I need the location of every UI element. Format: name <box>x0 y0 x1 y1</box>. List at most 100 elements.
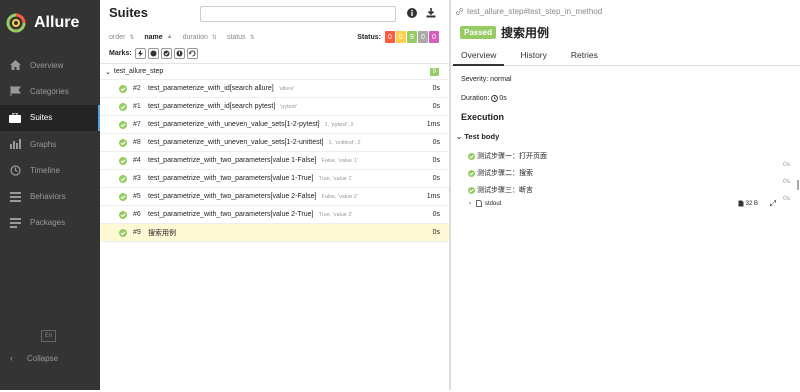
attachment-row[interactable]: › stdout 32 B ⤢ <box>469 199 789 209</box>
test-row[interactable]: #4 test_parametrize_with_two_parameters[v… <box>100 152 449 170</box>
test-name: test_parameterize_with_id[search pytest] <box>148 103 276 110</box>
test-number: #7 <box>133 121 141 128</box>
sort-label: status <box>226 33 246 41</box>
severity: Severity: normal <box>461 76 512 83</box>
step-duration: 0s <box>783 161 790 168</box>
nav-item-behaviors[interactable]: Behaviors <box>0 183 100 209</box>
test-row[interactable]: #3 test_parametrize_with_two_parameters[v… <box>100 170 449 188</box>
test-detail-pane: test_allure_step#test_step_in_method Pas… <box>451 0 800 390</box>
test-row[interactable]: #7 test_parameterize_with_uneven_value_se… <box>100 116 449 134</box>
nav-menu: Overview Categories Suites Graphs Timeli… <box>0 52 100 236</box>
test-row[interactable]: #1 test_parameterize_with_id[search pytes… <box>100 98 449 116</box>
suite-group-name: test_allure_step <box>113 68 164 75</box>
test-number: #8 <box>133 139 141 146</box>
tab-retries[interactable]: Retries <box>571 44 598 65</box>
search-input[interactable] <box>200 6 396 22</box>
test-duration: 0s <box>432 103 440 110</box>
brand[interactable]: Allure <box>0 0 100 46</box>
passed-check-icon <box>119 138 127 147</box>
test-duration: 0s <box>432 157 440 164</box>
nav-item-packages[interactable]: Packages <box>0 210 100 236</box>
status-badge: Passed <box>460 26 497 39</box>
flaky-mark-toggle[interactable] <box>134 47 146 59</box>
test-row[interactable]: #5 test_parametrize_with_two_parameters[v… <box>100 188 449 206</box>
sort-duration[interactable]: duration ⇅ <box>183 34 217 41</box>
test-body-toggle[interactable]: ⌄ Test body <box>456 132 499 141</box>
language-button[interactable]: En <box>41 330 56 342</box>
tab-history[interactable]: History <box>520 44 546 65</box>
nav-item-overview[interactable]: Overview <box>0 52 100 78</box>
test-number: #5 <box>133 193 141 200</box>
nav-item-suites[interactable]: Suites <box>0 104 100 132</box>
test-row[interactable]: #6 test_parametrize_with_two_parameters[v… <box>100 206 449 224</box>
file-icon <box>476 200 482 207</box>
test-row[interactable]: #9 搜索用例 0s <box>100 224 449 242</box>
test-params: 'pytest' <box>280 103 298 110</box>
collapse-button[interactable]: ‹ Collapse <box>10 353 58 363</box>
status-passed-toggle[interactable]: 9 <box>407 31 417 43</box>
chevron-left-icon: ‹ <box>10 353 13 363</box>
nav-label: Timeline <box>30 165 60 175</box>
marks-label: Marks: <box>109 49 132 57</box>
test-row[interactable]: #8 test_parameterize_with_uneven_value_se… <box>100 134 449 152</box>
scrollbar[interactable] <box>797 180 799 190</box>
nav-item-graphs[interactable]: Graphs <box>0 131 100 157</box>
clock-icon <box>9 164 21 176</box>
home-icon <box>9 59 21 71</box>
test-duration: 0s <box>432 229 440 236</box>
breadcrumb[interactable]: test_allure_step#test_step_in_method <box>455 7 602 16</box>
step-row[interactable]: 测试步骤一：打开页面 <box>468 151 547 161</box>
suites-header: Suites <box>100 0 449 28</box>
status-failed-toggle[interactable]: 0 <box>385 31 395 43</box>
execution-heading: Execution <box>461 112 505 122</box>
sidebar: Allure Overview Categories Suites Graphs… <box>0 0 100 390</box>
tab-overview[interactable]: Overview <box>452 44 505 66</box>
suite-group-count: 9 <box>429 68 439 76</box>
test-name: test_parameterize_with_uneven_value_sets… <box>148 139 324 146</box>
test-duration: 0s <box>432 175 440 182</box>
detail-tabs: Overview History Retries <box>451 44 800 66</box>
sort-label: order <box>109 33 126 41</box>
nav-item-timeline[interactable]: Timeline <box>0 157 100 183</box>
passed-check-icon <box>119 228 127 237</box>
sort-status[interactable]: status ⇅ <box>227 34 255 41</box>
status-label: Status: <box>357 33 381 41</box>
sort-arrows-icon: ⇅ <box>249 34 255 41</box>
download-icon[interactable] <box>426 8 436 18</box>
link-icon <box>456 8 463 15</box>
page-title: Suites <box>109 5 149 20</box>
sort-order[interactable]: order ⇅ <box>109 34 134 41</box>
status-skipped-toggle[interactable]: 0 <box>418 31 428 43</box>
retries-mark-toggle[interactable] <box>186 47 198 59</box>
step-duration: 0s <box>783 178 790 185</box>
nav-item-categories[interactable]: Categories <box>0 78 100 104</box>
step-row[interactable]: 测试步骤二：搜索 <box>468 168 533 178</box>
nav-label: Overview <box>30 60 64 70</box>
test-name: test_parametrize_with_two_parameters[val… <box>148 157 317 164</box>
passed-check-icon <box>119 156 127 165</box>
new-passed-mark-toggle[interactable] <box>160 47 172 59</box>
new-broken-mark-toggle[interactable] <box>173 47 185 59</box>
sort-name[interactable]: name ▲ <box>144 34 172 41</box>
test-name: test_parametrize_with_two_parameters[val… <box>148 193 317 200</box>
new-failed-mark-toggle[interactable] <box>147 47 159 59</box>
status-broken-toggle[interactable]: 0 <box>396 31 406 43</box>
brand-title: Allure <box>34 14 80 31</box>
test-row[interactable]: #2 test_parameterize_with_id[search allur… <box>100 80 449 98</box>
test-number: #3 <box>133 175 141 182</box>
passed-check-icon <box>119 84 127 93</box>
attachment-size-value: 32 B <box>745 200 758 207</box>
status-unknown-toggle[interactable]: 0 <box>429 31 439 43</box>
test-list: #2 test_parameterize_with_id[search allur… <box>100 80 449 242</box>
test-params: True, 'value 1' <box>318 175 353 182</box>
nav-label: Behaviors <box>30 192 66 202</box>
nav-label: Categories <box>30 86 69 96</box>
chevron-down-icon: ⌄ <box>105 68 111 76</box>
suite-group[interactable]: ⌄ test_allure_step 9 <box>100 63 449 80</box>
expand-icon[interactable]: ⤢ <box>770 199 776 209</box>
clock-icon <box>491 95 499 102</box>
packages-icon <box>9 217 21 229</box>
breadcrumb-text: test_allure_step#test_step_in_method <box>467 7 603 16</box>
step-row[interactable]: 测试步骤三：断言 <box>468 185 533 195</box>
info-icon[interactable] <box>407 8 417 18</box>
